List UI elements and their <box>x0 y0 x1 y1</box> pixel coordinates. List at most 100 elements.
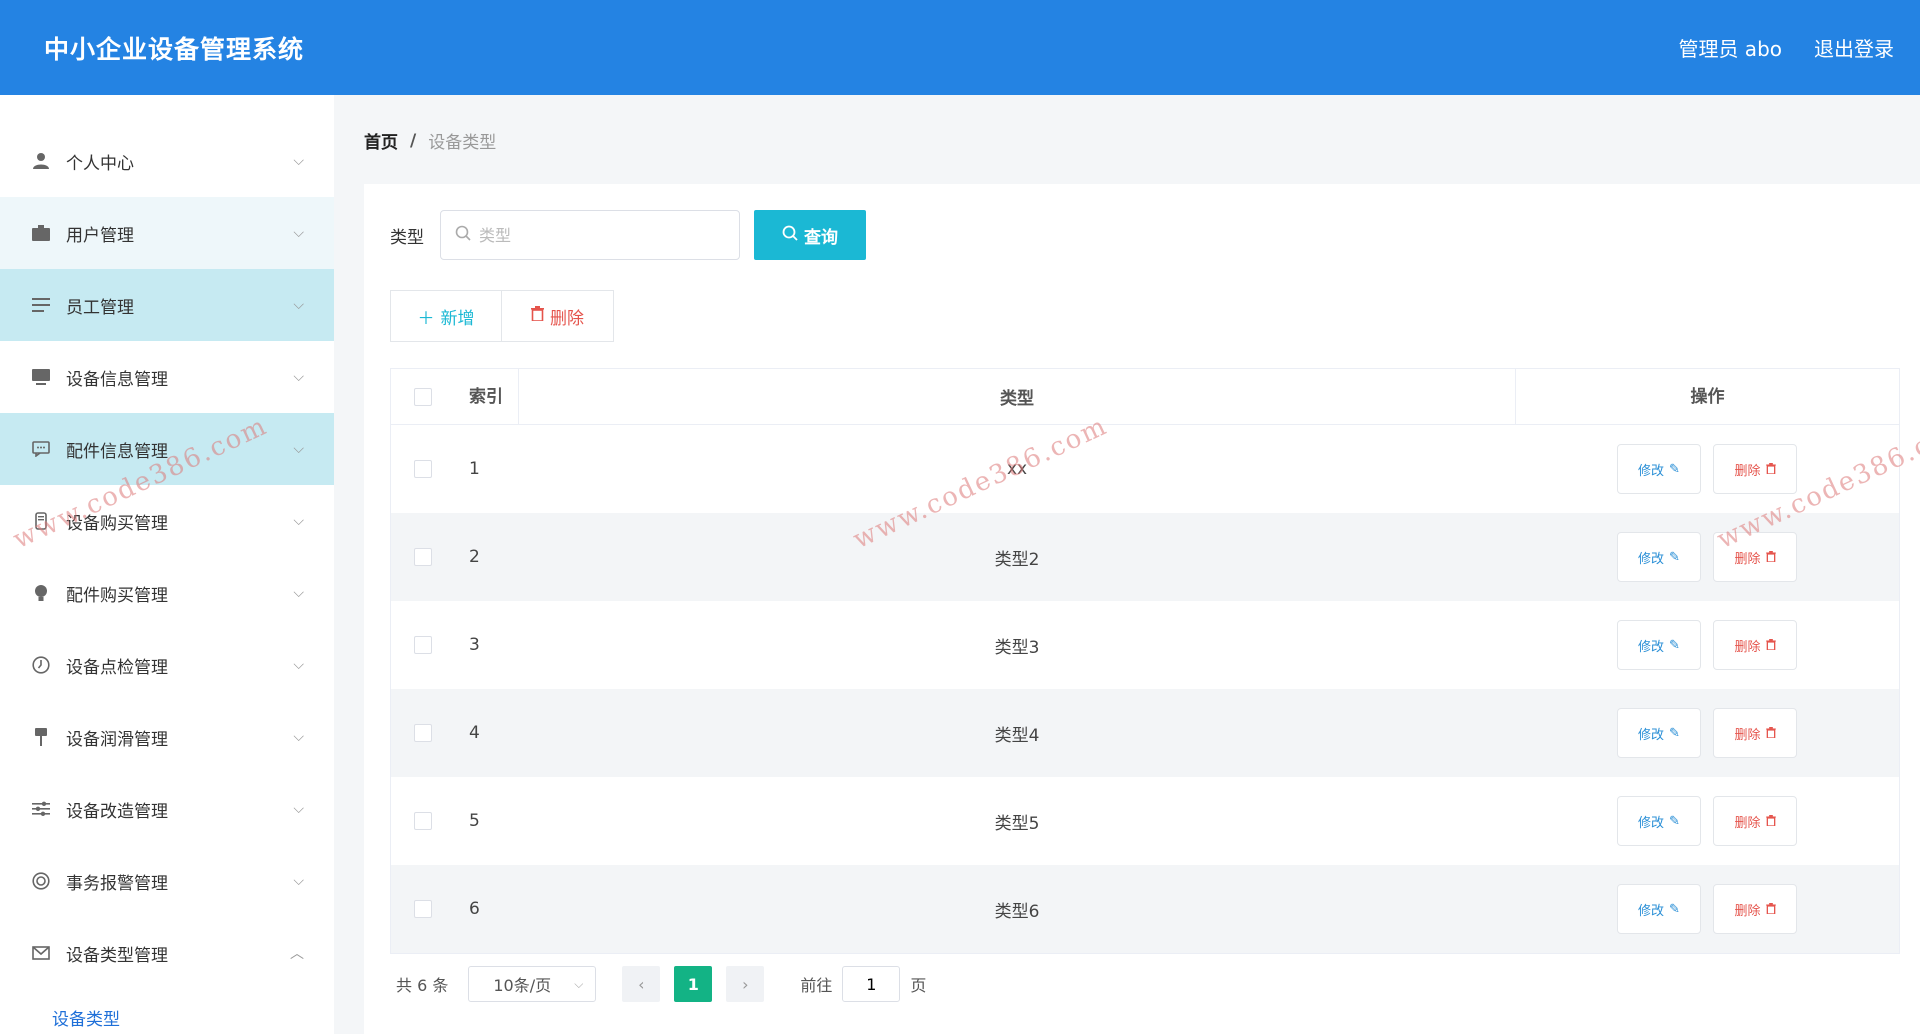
row-type: 类型5 <box>994 813 1040 834</box>
column-header-index: 索引 <box>455 368 519 425</box>
chevron-down-icon: ⌵ <box>293 585 304 601</box>
edit-button-label: 修改 <box>1638 726 1665 742</box>
sidebar-item-label: 设备改造管理 <box>66 801 168 822</box>
row-index: 1 <box>469 459 480 479</box>
page-suffix: 页 <box>910 976 927 995</box>
row-index: 4 <box>469 723 480 743</box>
row-check-cell <box>391 548 455 566</box>
row-checkbox[interactable] <box>414 548 432 566</box>
chevron-up-icon: ︿ <box>290 946 304 962</box>
sidebar-item-device-type[interactable]: 设备类型管理 ︿ <box>0 917 334 989</box>
row-actions: 修改 ✎ 删除 <box>1515 620 1899 670</box>
logout-link[interactable]: 退出登录 <box>1814 33 1894 62</box>
sidebar-item-users[interactable]: 用户管理 ⌵ <box>0 197 334 269</box>
row-delete-button[interactable]: 删除 <box>1713 620 1797 670</box>
sidebar-item-parts-purchase[interactable]: 配件购买管理 ⌵ <box>0 557 334 629</box>
sidebar-item-device-purchase[interactable]: 设备购买管理 ⌵ <box>0 485 334 557</box>
page-size-select[interactable]: 10条/页 ⌵ <box>468 966 597 1002</box>
pagination: 共 6 条 10条/页 ⌵ ‹ 1 › 前往 页 <box>396 966 926 1002</box>
sidebar-item-renovation[interactable]: 设备改造管理 ⌵ <box>0 773 334 845</box>
row-delete-button[interactable]: 删除 <box>1713 532 1797 582</box>
sidebar-item-alarm[interactable]: 事务报警管理 ⌵ <box>0 845 334 917</box>
sidebar-item-lubrication[interactable]: 设备润滑管理 ⌵ <box>0 701 334 773</box>
add-button[interactable]: ＋ 新增 <box>390 290 502 342</box>
edit-button[interactable]: 修改 ✎ <box>1617 796 1701 846</box>
edit-button[interactable]: 修改 ✎ <box>1617 708 1701 758</box>
row-checkbox[interactable] <box>414 812 432 830</box>
sidebar-item-label: 设备购买管理 <box>66 513 168 534</box>
sidebar-item-device-info[interactable]: 设备信息管理 ⌵ <box>0 341 334 413</box>
edit-button-label: 修改 <box>1638 550 1665 566</box>
action-row: ＋ 新增 删除 <box>390 290 614 342</box>
sidebar-item-parts-info[interactable]: 配件信息管理 ⌵ <box>0 413 334 485</box>
search-row: 类型 查询 <box>390 210 866 260</box>
jump-page-input[interactable] <box>842 966 901 1002</box>
table-row: 1 xx 修改 ✎ 删除 <box>391 425 1899 513</box>
trash-icon <box>1765 726 1776 741</box>
breadcrumb: 首页 / 设备类型 <box>364 128 496 154</box>
row-delete-label: 删除 <box>1734 902 1761 918</box>
search-input[interactable] <box>479 225 719 245</box>
sidebar-item-inspection[interactable]: 设备点检管理 ⌵ <box>0 629 334 701</box>
header-user-area: 管理员 abo 退出登录 <box>1678 33 1894 62</box>
clock-icon <box>30 654 52 676</box>
sidebar-item-staff[interactable]: 员工管理 ⌵ <box>0 269 334 341</box>
submenu-item-device-type[interactable]: 设备类型 <box>0 989 334 1034</box>
trash-icon <box>1765 902 1776 917</box>
sidebar: 个人中心 ⌵ 用户管理 ⌵ 员工管理 ⌵ 设备信息管理 ⌵ 配件信息管理 ⌵ 设… <box>0 95 334 1034</box>
edit-button[interactable]: 修改 ✎ <box>1617 532 1701 582</box>
row-delete-label: 删除 <box>1734 462 1761 478</box>
sidebar-item-label: 配件信息管理 <box>66 441 168 462</box>
top-header: 中小企业设备管理系统 管理员 abo 退出登录 <box>0 0 1920 95</box>
plus-icon: ＋ <box>417 308 435 328</box>
trash-icon <box>531 306 544 326</box>
table-row: 4 类型4 修改 ✎ 删除 <box>391 689 1899 777</box>
pencil-icon: ✎ <box>1669 461 1680 476</box>
sidebar-item-label: 设备点检管理 <box>66 657 168 678</box>
sliders-icon <box>30 798 52 820</box>
row-check-cell <box>391 812 455 830</box>
row-delete-label: 删除 <box>1734 638 1761 654</box>
pencil-icon: ✎ <box>1669 725 1680 740</box>
batch-delete-button[interactable]: 删除 <box>502 290 614 342</box>
trash-icon <box>1765 638 1776 653</box>
page-number-current[interactable]: 1 <box>674 966 713 1002</box>
edit-button[interactable]: 修改 ✎ <box>1617 884 1701 934</box>
query-button[interactable]: 查询 <box>754 210 866 260</box>
search-label: 类型 <box>390 227 424 248</box>
pagination-total: 共 6 条 <box>396 976 449 995</box>
search-icon <box>455 225 471 245</box>
column-header-type: 类型 <box>1000 389 1034 409</box>
row-checkbox[interactable] <box>414 724 432 742</box>
next-page-button[interactable]: › <box>726 966 765 1002</box>
row-actions: 修改 ✎ 删除 <box>1515 796 1899 846</box>
row-checkbox[interactable] <box>414 900 432 918</box>
row-delete-button[interactable]: 删除 <box>1713 444 1797 494</box>
sidebar-item-profile[interactable]: 个人中心 ⌵ <box>0 125 334 197</box>
jump-label: 前往 <box>800 976 833 995</box>
trash-icon <box>1765 550 1776 565</box>
chevron-down-icon: ⌵ <box>293 297 304 313</box>
row-checkbox[interactable] <box>414 460 432 478</box>
breadcrumb-separator: / <box>410 130 417 151</box>
row-check-cell <box>391 460 455 478</box>
user-label: 管理员 abo <box>1678 37 1782 61</box>
trash-icon <box>1765 462 1776 477</box>
app-title: 中小企业设备管理系统 <box>44 34 305 64</box>
edit-button[interactable]: 修改 ✎ <box>1617 444 1701 494</box>
chat-icon <box>30 438 52 460</box>
row-checkbox[interactable] <box>414 636 432 654</box>
row-delete-button[interactable]: 删除 <box>1713 884 1797 934</box>
row-type: xx <box>1006 459 1028 479</box>
row-index: 2 <box>469 547 480 567</box>
row-index: 3 <box>469 635 480 655</box>
prev-page-button[interactable]: ‹ <box>622 966 661 1002</box>
row-delete-button[interactable]: 删除 <box>1713 708 1797 758</box>
sidebar-item-label: 员工管理 <box>66 297 134 318</box>
select-all-checkbox[interactable] <box>414 387 432 406</box>
row-delete-label: 删除 <box>1734 726 1761 742</box>
row-delete-button[interactable]: 删除 <box>1713 796 1797 846</box>
edit-button[interactable]: 修改 ✎ <box>1617 620 1701 670</box>
breadcrumb-home[interactable]: 首页 <box>364 128 398 153</box>
edit-button-label: 修改 <box>1638 462 1665 478</box>
